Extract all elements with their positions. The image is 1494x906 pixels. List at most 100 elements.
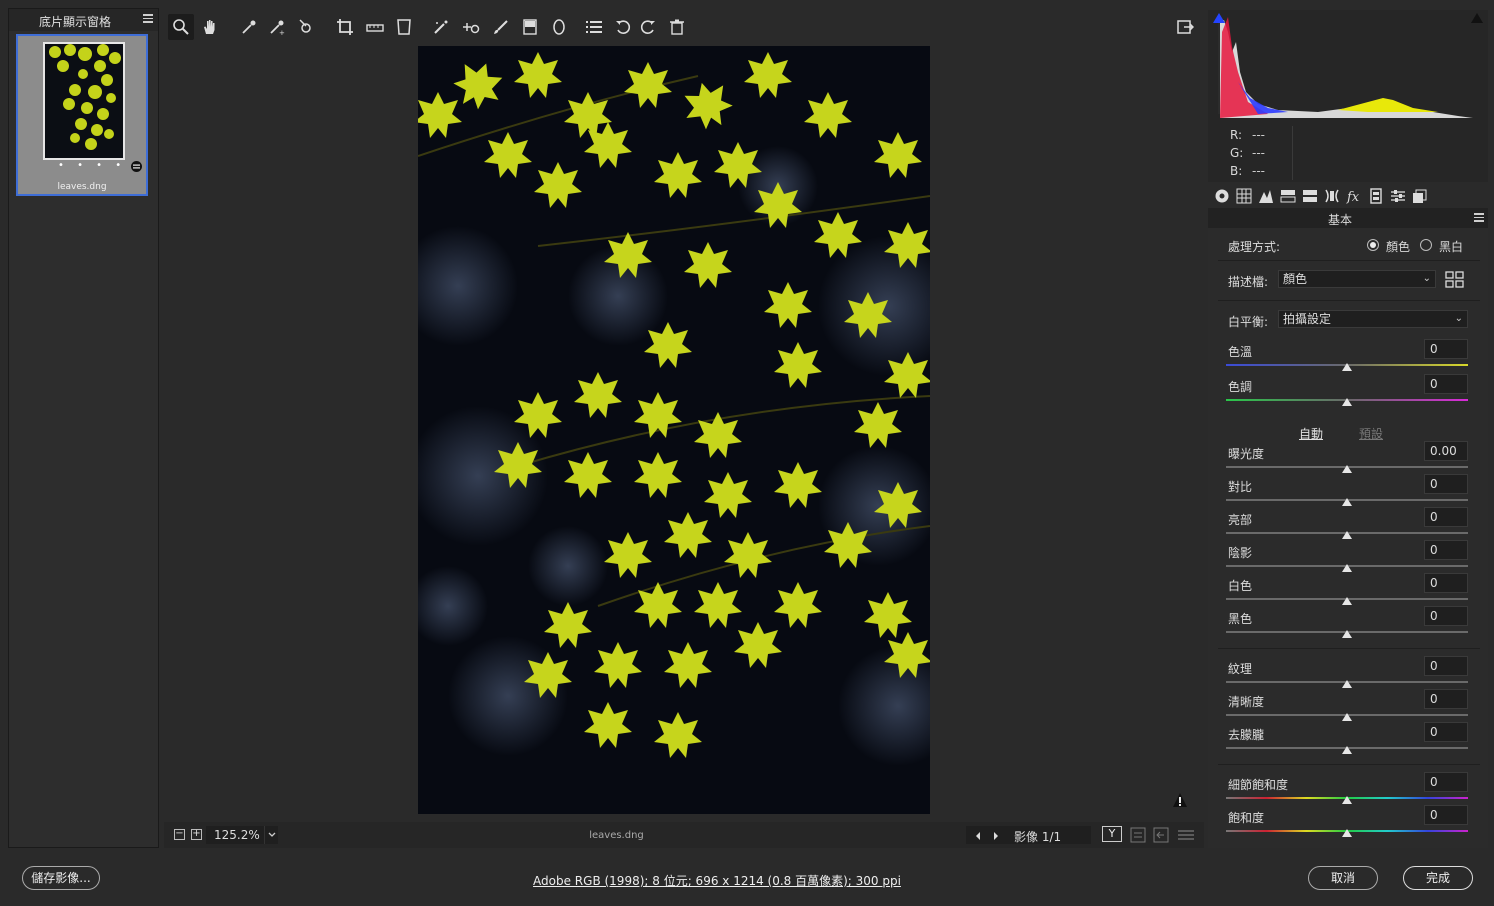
- whites-slider-handle[interactable]: [1342, 597, 1352, 605]
- preview-preferences-icon[interactable]: [1177, 827, 1195, 846]
- white-balance-tool-icon[interactable]: [236, 14, 262, 40]
- adjustment-brush-icon[interactable]: [488, 14, 514, 40]
- filmstrip-menu-icon[interactable]: [143, 14, 153, 24]
- spot-removal-tool-icon[interactable]: [428, 14, 454, 40]
- highlights-slider-handle[interactable]: [1342, 531, 1352, 539]
- g-value: ---: [1252, 146, 1265, 160]
- next-image-icon[interactable]: [992, 830, 1000, 844]
- preferences-list-icon[interactable]: [581, 14, 607, 40]
- slider-label-exposure: 曝光度: [1228, 447, 1265, 461]
- r-label: R:: [1230, 128, 1243, 142]
- rotate-left-icon[interactable]: [610, 14, 636, 40]
- open-in-photoshop-icon[interactable]: [1172, 14, 1198, 40]
- transform-tool-icon[interactable]: [391, 14, 417, 40]
- profile-label: 描述檔:: [1228, 275, 1269, 289]
- treatment-bw-radio[interactable]: [1420, 239, 1432, 251]
- preview-area[interactable]: [164, 44, 1204, 822]
- graduated-filter-icon[interactable]: [517, 14, 543, 40]
- profile-browser-grid-icon[interactable]: [1444, 271, 1466, 292]
- shadows-value-field[interactable]: 0: [1424, 540, 1468, 560]
- preview-status-bar: − + 125.2% leaves.dng 影像 1/1 Y: [164, 822, 1204, 848]
- dehaze-value-field[interactable]: 0: [1424, 722, 1468, 742]
- snapshots-tab-icon[interactable]: [1411, 187, 1429, 205]
- filmstrip-header: 底片顯示窗格: [9, 9, 158, 31]
- tone-curve-tab-icon[interactable]: [1235, 187, 1253, 205]
- texture-slider-handle[interactable]: [1342, 680, 1352, 688]
- thumbnail-image: [43, 42, 125, 160]
- tool-bar: +: [164, 10, 1204, 44]
- camera-calibration-tab-icon[interactable]: [1367, 187, 1385, 205]
- treatment-bw-label: 黑白: [1439, 240, 1464, 254]
- red-eye-tool-icon[interactable]: [458, 14, 484, 40]
- default-button[interactable]: 預設: [1359, 425, 1383, 442]
- b-value: ---: [1252, 164, 1265, 178]
- whites-value-field[interactable]: 0: [1424, 573, 1468, 593]
- done-button[interactable]: 完成: [1403, 866, 1473, 890]
- tint-slider-handle[interactable]: [1342, 398, 1352, 406]
- histogram-panel: R: --- G: --- B: ---: [1208, 10, 1488, 182]
- treatment-color-radio[interactable]: [1367, 239, 1379, 251]
- shadows-slider-handle[interactable]: [1342, 564, 1352, 572]
- image-preview[interactable]: [418, 46, 930, 814]
- filmstrip-thumbnail[interactable]: • • • • • leaves.dng: [16, 34, 148, 196]
- targeted-adjustment-tool-icon[interactable]: [294, 14, 320, 40]
- profile-select[interactable]: 顏色 ⌄: [1278, 270, 1436, 288]
- white-balance-select[interactable]: 拍攝設定 ⌄: [1278, 310, 1468, 328]
- saturation-value-field[interactable]: 0: [1424, 805, 1468, 825]
- copy-settings-icon[interactable]: [1153, 827, 1169, 846]
- detail-tab-icon[interactable]: [1257, 187, 1275, 205]
- lens-corrections-tab-icon[interactable]: [1323, 187, 1341, 205]
- exposure-slider-handle[interactable]: [1342, 465, 1352, 473]
- effects-fx-tab-icon[interactable]: fx: [1345, 187, 1363, 205]
- before-after-view-button[interactable]: Y: [1102, 826, 1122, 842]
- hand-tool-icon[interactable]: [197, 14, 223, 40]
- shadow-clipping-warning-icon[interactable]: [1212, 12, 1226, 27]
- vibrance-value-field[interactable]: 0: [1424, 772, 1468, 792]
- slider-label-contrast: 對比: [1228, 480, 1253, 494]
- hsl-tab-icon[interactable]: [1279, 187, 1297, 205]
- crop-tool-icon[interactable]: [332, 14, 358, 40]
- warning-icon[interactable]: [1172, 792, 1188, 808]
- workflow-options-link[interactable]: Adobe RGB (1998); 8 位元; 696 x 1214 (0.8 …: [0, 872, 1434, 889]
- slider-label-texture: 紋理: [1228, 662, 1253, 676]
- radial-filter-icon[interactable]: [546, 14, 572, 40]
- filmstrip-panel: 底片顯示窗格 • • • • • leaves.dng: [8, 8, 159, 848]
- color-sampler-tool-icon[interactable]: +: [264, 14, 290, 40]
- straighten-tool-icon[interactable]: [362, 14, 388, 40]
- rgb-readout: R: --- G: --- B: ---: [1230, 126, 1274, 180]
- clarity-slider-handle[interactable]: [1342, 713, 1352, 721]
- basic-panel-menu-icon[interactable]: [1474, 213, 1484, 224]
- highlights-value-field[interactable]: 0: [1424, 507, 1468, 527]
- slider-label-highlights: 亮部: [1228, 513, 1253, 527]
- cancel-button[interactable]: 取消: [1308, 866, 1378, 890]
- contrast-value-field[interactable]: 0: [1424, 474, 1468, 494]
- filmstrip-title: 底片顯示窗格: [39, 15, 112, 29]
- saturation-slider-handle[interactable]: [1342, 829, 1352, 837]
- zoom-tool-icon[interactable]: [168, 14, 194, 40]
- chevron-down-icon: ⌄: [1454, 313, 1463, 324]
- previous-image-icon[interactable]: [974, 830, 982, 844]
- swap-before-after-icon[interactable]: [1130, 827, 1146, 846]
- auto-button[interactable]: 自動: [1299, 425, 1323, 442]
- blacks-value-field[interactable]: 0: [1424, 606, 1468, 626]
- rotate-right-icon[interactable]: [635, 14, 661, 40]
- temperature-slider-handle[interactable]: [1342, 363, 1352, 371]
- texture-value-field[interactable]: 0: [1424, 656, 1468, 676]
- trash-icon[interactable]: [664, 14, 690, 40]
- highlight-clipping-warning-icon[interactable]: [1470, 12, 1484, 27]
- treatment-label: 處理方式:: [1228, 240, 1281, 254]
- basic-panel: 處理方式: 顏色 黑白 描述檔: 顏色 ⌄ 白平衡: 拍攝設定 ⌄ 色溫 0 色調 …: [1208, 228, 1488, 848]
- temperature-value-field[interactable]: 0: [1424, 339, 1468, 359]
- basic-tab-icon[interactable]: [1213, 187, 1231, 205]
- clarity-value-field[interactable]: 0: [1424, 689, 1468, 709]
- basic-panel-header: 基本: [1208, 208, 1488, 228]
- vibrance-slider-handle[interactable]: [1342, 796, 1352, 804]
- presets-tab-icon[interactable]: [1389, 187, 1407, 205]
- divider: [1218, 648, 1480, 649]
- exposure-value-field[interactable]: 0.00: [1424, 441, 1468, 461]
- blacks-slider-handle[interactable]: [1342, 630, 1352, 638]
- split-toning-tab-icon[interactable]: [1301, 187, 1319, 205]
- contrast-slider-handle[interactable]: [1342, 498, 1352, 506]
- dehaze-slider-handle[interactable]: [1342, 746, 1352, 754]
- tint-value-field[interactable]: 0: [1424, 374, 1468, 394]
